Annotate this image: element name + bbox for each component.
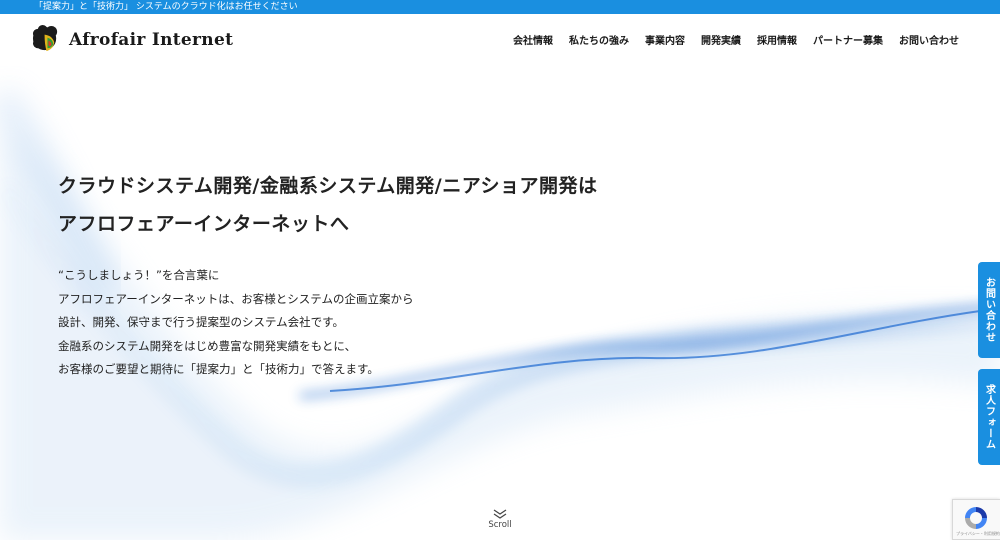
hero-description-line: アフロフェアーインターネットは、お客様とシステムの企画立案から	[58, 291, 414, 306]
hero-description-line: “こうしましょう！”を合言葉に	[58, 268, 220, 282]
top-announcement-bar: 「提案力」と「技術力」 システムのクラウド化はお任せください	[0, 0, 1000, 14]
double-chevron-down-icon	[493, 509, 507, 519]
nav-achievements[interactable]: 開発実績	[701, 32, 741, 47]
side-contact-tab[interactable]: お問い合わせ	[978, 262, 1000, 358]
logo-text: Afrofair Internet	[69, 29, 234, 50]
side-recruit-form-tab[interactable]: 求人フォーム	[978, 369, 1000, 465]
afro-head-logo-icon	[32, 25, 58, 52]
nav-services[interactable]: 事業内容	[645, 32, 685, 47]
nav-partner[interactable]: パートナー募集	[813, 32, 883, 47]
recaptcha-icon	[965, 507, 987, 529]
hero-description-line: 金融系のシステム開発をはじめ豊富な開発実績をもとに、	[58, 338, 357, 353]
hero-description-line: 設計、開発、保守まで行う提案型のシステム会社です。	[58, 315, 345, 329]
main-nav: 会社情報 私たちの強み 事業内容 開発実績 採用情報 パートナー募集 お問い合わ…	[513, 32, 959, 47]
announcement-text: 「提案力」と「技術力」 システムのクラウド化はお任せください	[34, 2, 298, 12]
site-logo[interactable]: Afrofair Internet	[32, 25, 233, 54]
nav-company-info[interactable]: 会社情報	[513, 32, 553, 47]
scroll-indicator[interactable]: Scroll	[485, 509, 515, 530]
hero-headline-line: クラウドシステム開発/金融系システム開発/ニアショア開発は	[58, 175, 598, 197]
hero-description: “こうしましょう！”を合言葉に アフロフェアーインターネットは、お客様とシステム…	[58, 264, 413, 382]
nav-strengths[interactable]: 私たちの強み	[569, 32, 629, 47]
recaptcha-privacy-terms[interactable]: プライバシー・利用規約	[956, 531, 1000, 537]
site-header: Afrofair Internet 会社情報 私たちの強み 事業内容 開発実績 …	[0, 14, 1000, 66]
hero-description-line: お客様のご要望と期待に「提案力」と「技術力」で答えます。	[58, 362, 379, 376]
recaptcha-badge[interactable]: プライバシー・利用規約	[952, 499, 1000, 540]
hero-headline: クラウドシステム開発/金融系システム開発/ニアショア開発は アフロフェアーインタ…	[58, 167, 597, 243]
scroll-label: Scroll	[488, 520, 512, 530]
hero-headline-line: アフロフェアーインターネットへ	[58, 213, 350, 235]
nav-contact[interactable]: お問い合わせ	[899, 32, 959, 47]
nav-recruitment[interactable]: 採用情報	[757, 32, 797, 47]
